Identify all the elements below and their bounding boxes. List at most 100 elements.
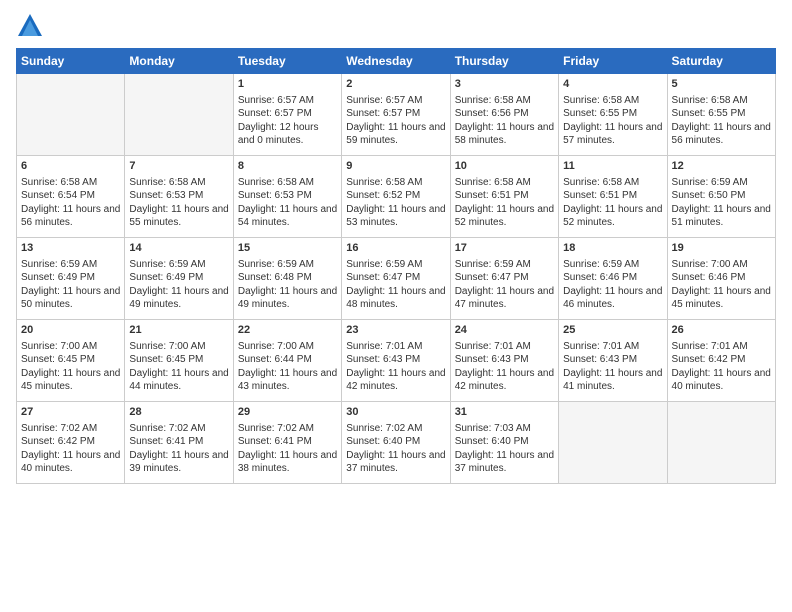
sunrise: Sunrise: 6:59 AM — [672, 177, 748, 188]
day-number: 4 — [563, 77, 662, 92]
sunset: Sunset: 6:47 PM — [346, 272, 420, 283]
day-number: 2 — [346, 77, 445, 92]
day-cell: 23Sunrise: 7:01 AMSunset: 6:43 PMDayligh… — [342, 320, 450, 402]
sunset: Sunset: 6:41 PM — [129, 436, 203, 447]
sunset: Sunset: 6:46 PM — [672, 272, 746, 283]
sunrise: Sunrise: 6:59 AM — [129, 259, 205, 270]
logo-icon — [16, 12, 44, 40]
day-cell: 19Sunrise: 7:00 AMSunset: 6:46 PMDayligh… — [667, 238, 775, 320]
header-day-sunday: Sunday — [17, 49, 125, 74]
day-number: 27 — [21, 405, 120, 420]
daylight: Daylight: 11 hours and 49 minutes. — [129, 286, 228, 311]
daylight: Daylight: 11 hours and 55 minutes. — [129, 204, 228, 229]
day-cell: 12Sunrise: 6:59 AMSunset: 6:50 PMDayligh… — [667, 156, 775, 238]
header-day-saturday: Saturday — [667, 49, 775, 74]
day-cell: 11Sunrise: 6:58 AMSunset: 6:51 PMDayligh… — [559, 156, 667, 238]
calendar-header: SundayMondayTuesdayWednesdayThursdayFrid… — [17, 49, 776, 74]
week-row-5: 27 Sunrise: 7:02 AM Sunset: 6:42 PM Dayligh… — [17, 402, 776, 484]
daylight: Daylight: 11 hours and 37 minutes. — [455, 450, 554, 475]
day-cell — [559, 402, 667, 484]
day-number: 17 — [455, 241, 554, 256]
day-number: 14 — [129, 241, 228, 256]
day-cell: 21Sunrise: 7:00 AMSunset: 6:45 PMDayligh… — [125, 320, 233, 402]
sunrise: Sunrise: 6:58 AM — [455, 95, 531, 106]
week-row-1: 1Sunrise: 6:57 AMSunset: 6:57 PMDaylight… — [17, 74, 776, 156]
sunset: Sunset: 6:42 PM — [21, 436, 95, 447]
daylight: Daylight: 11 hours and 43 minutes. — [238, 368, 337, 393]
sunset: Sunset: 6:45 PM — [21, 354, 95, 365]
day-cell: 13Sunrise: 6:59 AMSunset: 6:49 PMDayligh… — [17, 238, 125, 320]
daylight: Daylight: 11 hours and 37 minutes. — [346, 450, 445, 475]
day-number: 28 — [129, 405, 228, 420]
sunrise: Sunrise: 6:59 AM — [563, 259, 639, 270]
daylight: Daylight: 12 hours and 0 minutes. — [238, 122, 319, 147]
sunrise: Sunrise: 7:01 AM — [346, 341, 422, 352]
sunrise: Sunrise: 7:02 AM — [238, 423, 314, 434]
day-number: 15 — [238, 241, 337, 256]
day-cell — [125, 74, 233, 156]
day-cell: 26Sunrise: 7:01 AMSunset: 6:42 PMDayligh… — [667, 320, 775, 402]
day-number: 19 — [672, 241, 771, 256]
sunset: Sunset: 6:51 PM — [563, 190, 637, 201]
day-number: 21 — [129, 323, 228, 338]
daylight: Daylight: 11 hours and 47 minutes. — [455, 286, 554, 311]
day-cell: 8Sunrise: 6:58 AMSunset: 6:53 PMDaylight… — [233, 156, 341, 238]
day-number: 20 — [21, 323, 120, 338]
sunrise: Sunrise: 6:58 AM — [563, 95, 639, 106]
sunrise: Sunrise: 7:03 AM — [455, 423, 531, 434]
header-day-wednesday: Wednesday — [342, 49, 450, 74]
sunset: Sunset: 6:43 PM — [346, 354, 420, 365]
day-cell: 29Sunrise: 7:02 AMSunset: 6:41 PMDayligh… — [233, 402, 341, 484]
day-number: 16 — [346, 241, 445, 256]
daylight: Daylight: 11 hours and 49 minutes. — [238, 286, 337, 311]
page-container: SundayMondayTuesdayWednesdayThursdayFrid… — [0, 0, 792, 492]
daylight: Daylight: 11 hours and 42 minutes. — [346, 368, 445, 393]
day-number: 26 — [672, 323, 771, 338]
daylight: Daylight: 11 hours and 40 minutes. — [21, 450, 120, 475]
sunset: Sunset: 6:40 PM — [346, 436, 420, 447]
sunrise: Sunrise: 6:58 AM — [129, 177, 205, 188]
logo — [16, 12, 48, 40]
daylight: Daylight: 11 hours and 39 minutes. — [129, 450, 228, 475]
daylight: Daylight: 11 hours and 52 minutes. — [563, 204, 662, 229]
sunset: Sunset: 6:49 PM — [21, 272, 95, 283]
sunset: Sunset: 6:43 PM — [563, 354, 637, 365]
sunrise: Sunrise: 6:58 AM — [455, 177, 531, 188]
sunset: Sunset: 6:56 PM — [455, 108, 529, 119]
sunset: Sunset: 6:57 PM — [238, 108, 312, 119]
header-row: SundayMondayTuesdayWednesdayThursdayFrid… — [17, 49, 776, 74]
sunset: Sunset: 6:46 PM — [563, 272, 637, 283]
sunrise: Sunrise: 7:02 AM — [21, 423, 97, 434]
day-cell — [17, 74, 125, 156]
header-day-friday: Friday — [559, 49, 667, 74]
sunset: Sunset: 6:54 PM — [21, 190, 95, 201]
day-cell: 15Sunrise: 6:59 AMSunset: 6:48 PMDayligh… — [233, 238, 341, 320]
sunset: Sunset: 6:40 PM — [455, 436, 529, 447]
sunrise: Sunrise: 6:59 AM — [455, 259, 531, 270]
week-row-2: 6Sunrise: 6:58 AMSunset: 6:54 PMDaylight… — [17, 156, 776, 238]
daylight: Daylight: 11 hours and 48 minutes. — [346, 286, 445, 311]
sunrise: Sunrise: 6:59 AM — [238, 259, 314, 270]
day-cell: 4Sunrise: 6:58 AMSunset: 6:55 PMDaylight… — [559, 74, 667, 156]
daylight: Daylight: 11 hours and 50 minutes. — [21, 286, 120, 311]
sunset: Sunset: 6:55 PM — [563, 108, 637, 119]
day-cell: 20Sunrise: 7:00 AMSunset: 6:45 PMDayligh… — [17, 320, 125, 402]
sunset: Sunset: 6:52 PM — [346, 190, 420, 201]
daylight: Daylight: 11 hours and 54 minutes. — [238, 204, 337, 229]
day-number: 29 — [238, 405, 337, 420]
sunrise: Sunrise: 6:58 AM — [21, 177, 97, 188]
sunset: Sunset: 6:53 PM — [129, 190, 203, 201]
day-number: 7 — [129, 159, 228, 174]
day-number: 12 — [672, 159, 771, 174]
daylight: Daylight: 11 hours and 52 minutes. — [455, 204, 554, 229]
daylight: Daylight: 11 hours and 42 minutes. — [455, 368, 554, 393]
day-cell: 10Sunrise: 6:58 AMSunset: 6:51 PMDayligh… — [450, 156, 558, 238]
day-number: 11 — [563, 159, 662, 174]
day-cell: 16Sunrise: 6:59 AMSunset: 6:47 PMDayligh… — [342, 238, 450, 320]
daylight: Daylight: 11 hours and 40 minutes. — [672, 368, 771, 393]
sunset: Sunset: 6:53 PM — [238, 190, 312, 201]
day-cell: 5Sunrise: 6:58 AMSunset: 6:55 PMDaylight… — [667, 74, 775, 156]
calendar-table: SundayMondayTuesdayWednesdayThursdayFrid… — [16, 48, 776, 484]
sunrise: Sunrise: 6:59 AM — [21, 259, 97, 270]
header-day-tuesday: Tuesday — [233, 49, 341, 74]
